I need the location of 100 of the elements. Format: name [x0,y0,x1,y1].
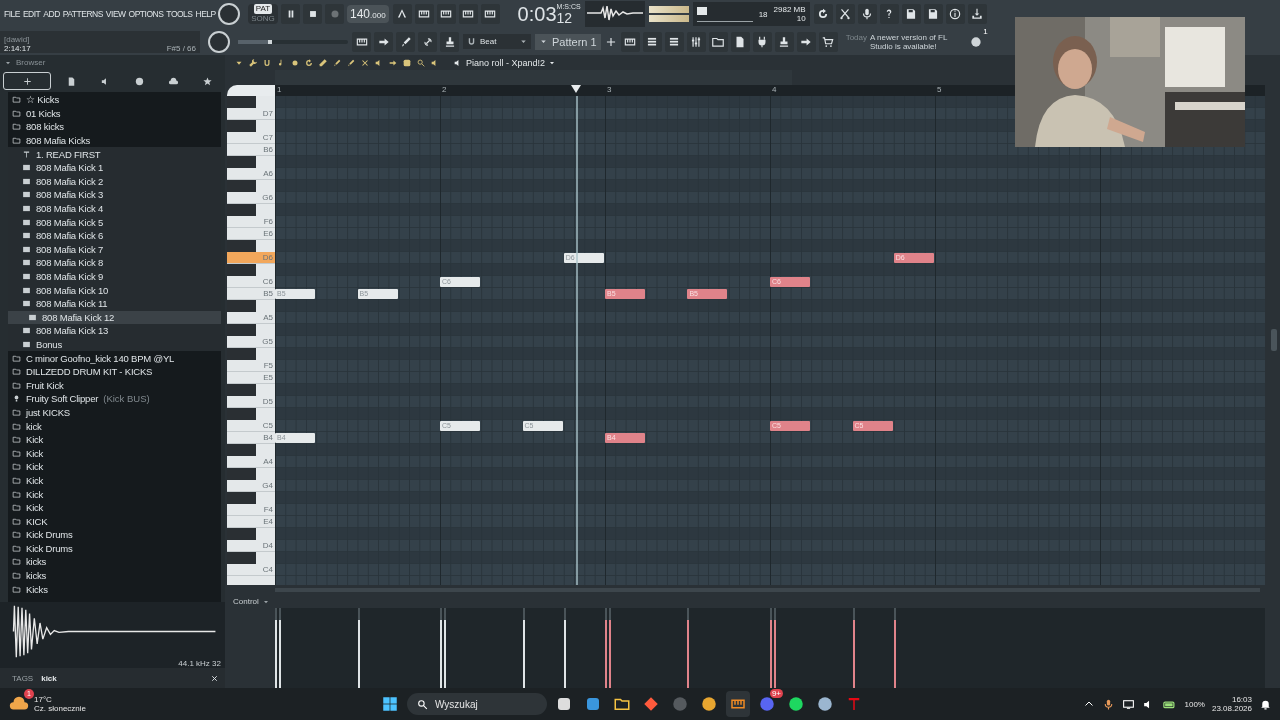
menu-item[interactable]: PATTERNS [62,9,103,19]
mode-option[interactable]: SONG [251,14,275,24]
wrench-tool[interactable] [247,56,259,69]
piano-key[interactable]: F5 [227,360,275,372]
piano-key[interactable]: C6 [227,276,275,288]
browser-item[interactable]: ☆ Kicks [8,93,221,107]
browser-item[interactable]: 808 Mafia Kick 3 [8,188,221,202]
piano-key[interactable]: B4 [227,432,275,444]
browser-item[interactable]: kicks [8,568,221,583]
browser-item[interactable]: 808 Mafia Kick 13 [8,324,221,338]
keyboard-button[interactable] [436,4,456,24]
browser-item[interactable]: Kick [8,500,221,515]
undo-button[interactable] [813,4,833,24]
arrow-button[interactable] [374,31,393,52]
link-button[interactable] [418,31,437,52]
stamp-button[interactable] [440,31,459,52]
browser-tab[interactable] [3,72,51,90]
browser-item[interactable]: Fruit Kick [8,378,221,393]
pencil-tool[interactable] [317,56,329,69]
browser-item[interactable]: 01 Kicks [8,106,221,121]
pitch-knob[interactable] [208,30,230,53]
pause-button[interactable] [281,4,300,24]
piano-key[interactable]: A6 [227,168,275,180]
mode-option[interactable]: PAT [253,4,273,14]
tag-value[interactable]: kick [41,673,202,683]
browser-item[interactable]: DILLZEDD DRUM KIT - KICKS [8,364,221,379]
save-as-button[interactable] [923,4,943,24]
browser-item[interactable]: Kicks [8,582,221,596]
piano-key[interactable]: B6 [227,144,275,156]
piano-key[interactable]: D7 [227,108,275,120]
taskbar-app[interactable] [726,691,750,717]
piano-roll-title[interactable]: Piano roll - Xpand!2 [453,57,557,68]
browser-item[interactable]: 808 Mafia Kick 5 [8,215,221,229]
stop-button[interactable] [303,4,322,24]
search-field[interactable]: Wyszukaj [407,693,547,715]
piano-key[interactable]: G4 [227,480,275,492]
browser-item[interactable]: Fruity Soft Clipper (Kick BUS) [8,392,221,406]
menu-item[interactable]: HELP [195,9,216,19]
browser-item[interactable]: Kick Drums [8,541,221,556]
piano-key[interactable]: E5 [227,372,275,384]
cart-button[interactable] [818,31,838,52]
tempo-field[interactable]: 140.000 [347,5,389,23]
download-button[interactable] [967,4,987,24]
browser-item[interactable]: 808 Mafia Kick 8 [8,256,221,270]
piano-key[interactable]: D5 [227,396,275,408]
browser-item[interactable]: 808 Mafia Kicks [8,133,221,148]
pattern-selector[interactable]: Pattern 1 [535,33,601,50]
help-button[interactable] [879,4,899,24]
browser-item[interactable]: just KICKS [8,405,221,420]
piano-key[interactable]: E4 [227,516,275,528]
browser-item[interactable]: 808 Mafia Kick 10 [8,283,221,297]
pitch-slider-thumb[interactable] [238,39,272,44]
cut-button[interactable] [835,4,855,24]
piano-key[interactable]: C5 [227,420,275,432]
piano-key[interactable]: C4 [227,564,275,576]
menu-item[interactable]: ADD [43,9,60,19]
menu-item[interactable]: FILE [4,9,20,19]
menu-item[interactable]: TOOLS [166,9,193,19]
piano-key[interactable]: E6 [227,228,275,240]
plug-button[interactable] [752,31,772,52]
typing-keyboard-button[interactable] [352,31,371,52]
info-button[interactable] [945,4,965,24]
browser-item[interactable]: Kick [8,473,221,488]
browser-item[interactable]: Kick Drums [8,528,221,542]
browser-item[interactable]: kicks [8,555,221,569]
piano-key[interactable]: B5 [227,288,275,300]
metronome-button[interactable] [392,4,412,24]
mixer-button[interactable] [686,31,706,52]
browser-item[interactable]: kick [8,419,221,433]
microphone-button[interactable] [857,4,877,24]
keyboard-button[interactable] [414,4,434,24]
save-button[interactable] [901,4,921,24]
keyboard-button[interactable] [480,4,500,24]
piano-key[interactable]: G5 [227,336,275,348]
browser-item[interactable]: Kick [8,446,221,461]
vertical-scrollbar[interactable] [1270,329,1277,351]
browser-item[interactable]: Kick [8,432,221,447]
browser-item[interactable]: C minor Goofno_kick 140 BPM @YL [8,351,221,365]
browser-item[interactable]: Kick [8,460,221,474]
news-text[interactable]: A newer version of FL Studio is available! [870,32,964,51]
menu-item[interactable]: EDIT [22,9,41,19]
piano-key[interactable]: F4 [227,504,275,516]
piano-key[interactable]: A4 [227,456,275,468]
menu-item[interactable]: VIEW [105,9,126,19]
browser-item[interactable]: 1. READ FIRST [8,147,221,161]
snap-dropdown[interactable]: Beat [463,34,531,49]
piano-key[interactable]: A5 [227,312,275,324]
menu-item[interactable]: OPTIONS [128,9,164,19]
document-button[interactable] [730,31,750,52]
browser-item[interactable]: 808 kicks [8,120,221,134]
master-knob[interactable] [218,3,240,25]
piano-key[interactable]: D4 [227,540,275,552]
piano-key[interactable]: F6 [227,216,275,228]
brush-button[interactable] [396,31,415,52]
browser-item[interactable]: KICK [8,514,221,528]
piano-key[interactable]: G6 [227,192,275,204]
browser-item[interactable]: Kick [8,487,221,501]
keyboard-button[interactable] [458,4,478,24]
piano-key[interactable]: C7 [227,132,275,144]
zoom-tool[interactable] [415,56,427,69]
